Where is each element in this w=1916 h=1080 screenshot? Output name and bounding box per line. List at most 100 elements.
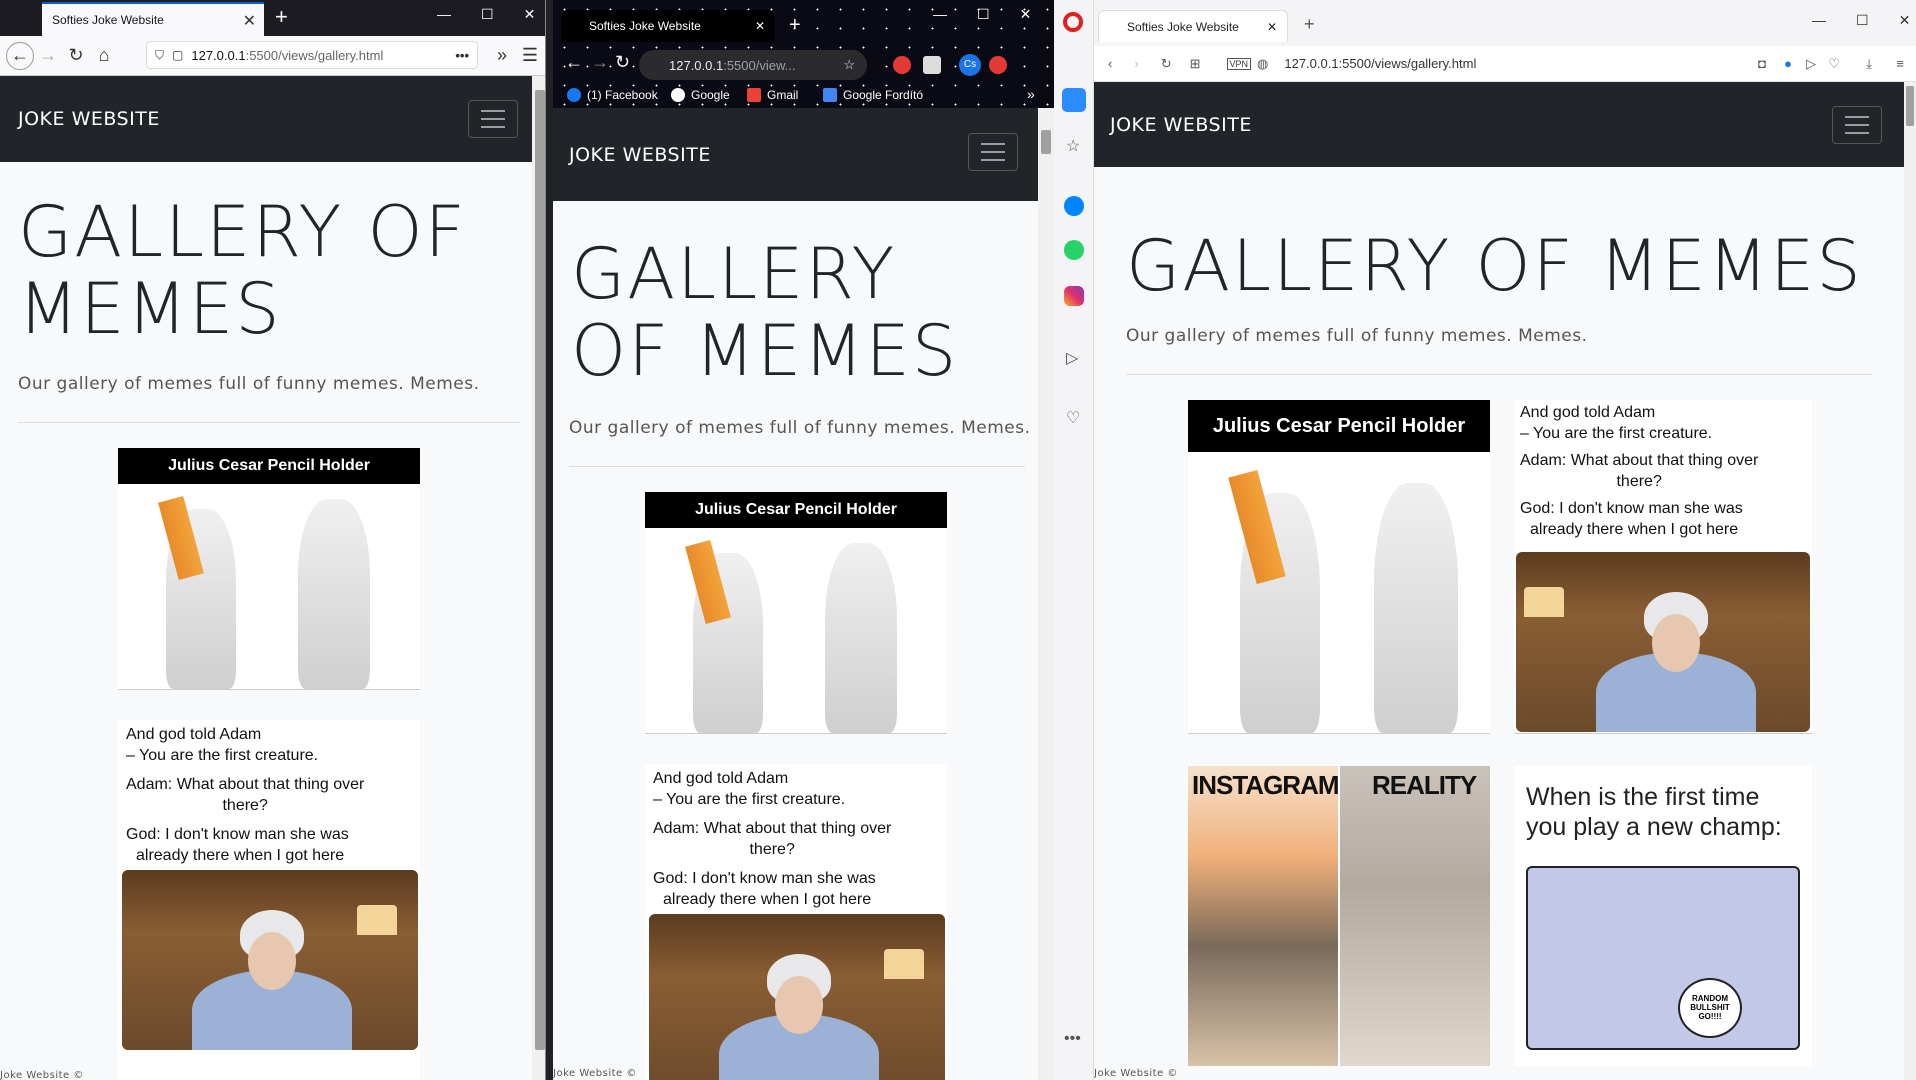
vpn-badge[interactable]: VPN (1226, 57, 1252, 70)
firefox-toolbar: ← → ↻ ⌂ ⛉ ▢ 127.0.0.1:5500/views/gallery… (0, 36, 545, 76)
page-title: GALLERY OF MEMES (571, 236, 958, 390)
scrollbar[interactable] (1038, 108, 1054, 1080)
bookmark-item[interactable]: Google (671, 88, 730, 102)
profile-avatar[interactable]: Cs (959, 54, 981, 76)
url-path: :5500/view... (723, 57, 796, 73)
menu-icon[interactable]: ≡ (1896, 56, 1904, 71)
page-lead: Our gallery of memes full of funny memes… (18, 374, 480, 394)
close-tab-icon[interactable]: ✕ (243, 11, 256, 31)
firefox-page: JOKE WEBSITE GALLERY OF MEMES Our galler… (0, 76, 532, 1080)
meme-line: And god told Adam (126, 726, 262, 743)
firefox-tab[interactable]: Softies Joke Website ✕ (42, 2, 264, 36)
meme-adam[interactable]: And god told Adam – You are the first cr… (118, 720, 420, 1080)
maximize-icon[interactable]: ☐ (977, 6, 990, 23)
menu-icon[interactable]: ☰ (516, 42, 544, 70)
meme-pencil-holder[interactable]: Julius Cesar Pencil Holder (118, 448, 420, 690)
bookmark-item[interactable]: Google Fordító (823, 88, 923, 102)
whatsapp-icon[interactable] (1064, 240, 1084, 260)
chrome-tab[interactable]: Softies Joke Website ✕ (561, 10, 775, 42)
heart-icon[interactable]: ♡ (1066, 408, 1080, 428)
chrome-page: JOKE WEBSITE GALLERY OF MEMES Our galler… (553, 108, 1038, 1080)
site-footer: Joke Website © (0, 1070, 84, 1080)
scrollbar-thumb[interactable] (1906, 86, 1914, 126)
close-window-icon[interactable]: ✕ (524, 6, 536, 23)
scrollbar[interactable] (532, 76, 545, 1080)
close-tab-icon[interactable]: ✕ (755, 19, 765, 33)
extension-icon[interactable] (923, 56, 941, 74)
meme-adam[interactable]: And god told Adam – You are the first cr… (645, 764, 947, 1080)
back-icon[interactable]: ← (565, 52, 583, 73)
navbar-toggler-icon[interactable] (968, 133, 1018, 171)
forward-icon[interactable]: → (34, 42, 62, 70)
home-icon[interactable]: ⌂ (90, 42, 118, 70)
close-window-icon[interactable]: ✕ (1020, 6, 1032, 23)
meme-adam[interactable]: And god told Adam – You are the first cr… (1514, 400, 1812, 734)
reload-icon[interactable]: ↻ (1161, 56, 1172, 72)
meme-pencil-holder[interactable]: Julius Cesar Pencil Holder (645, 492, 947, 734)
scrollbar[interactable] (1904, 82, 1916, 1080)
minimize-icon[interactable]: — (933, 6, 947, 23)
instagram-icon[interactable] (1064, 286, 1084, 306)
adblock-icon[interactable]: ● (1784, 56, 1792, 71)
forward-icon[interactable]: → (591, 52, 609, 73)
opera-tab[interactable]: Softies Joke Website ✕ (1098, 10, 1288, 42)
bookmarks-icon[interactable]: ☆ (1066, 136, 1080, 156)
back-icon[interactable]: ← (6, 41, 34, 70)
tabs-grid-icon[interactable]: ⊞ (1190, 56, 1201, 72)
more-icon[interactable]: ••• (455, 48, 469, 63)
overflow-icon[interactable]: » (1027, 86, 1035, 102)
site-footer: Joke Website © (553, 1068, 637, 1079)
site-brand[interactable]: JOKE WEBSITE (569, 144, 711, 166)
minimize-icon[interactable]: — (437, 6, 451, 23)
messenger-icon[interactable] (1064, 196, 1084, 216)
scrollbar-thumb[interactable] (1041, 130, 1051, 154)
address-bar[interactable]: 127.0.0.1:5500/view... ☆ (639, 50, 867, 80)
title-line-1: GALLERY (571, 233, 897, 315)
reload-icon[interactable]: ↻ (62, 42, 90, 70)
address-bar[interactable]: 127.0.0.1:5500/views/gallery.html (1284, 56, 1476, 71)
opera-logo-icon[interactable] (1063, 12, 1083, 32)
extension-icon[interactable] (893, 56, 911, 74)
minimize-icon[interactable]: — (1812, 12, 1826, 29)
back-icon[interactable]: ‹ (1108, 56, 1112, 71)
site-brand[interactable]: JOKE WEBSITE (1110, 114, 1252, 136)
divider (1126, 374, 1872, 375)
bookmark-item[interactable]: (1) Facebook (567, 88, 658, 102)
maximize-icon[interactable]: ☐ (1856, 12, 1869, 29)
camera-icon[interactable]: ◘ (1758, 56, 1766, 71)
meme-instagram-reality[interactable]: INSTAGRAM REALITY (1188, 766, 1490, 1066)
update-icon[interactable] (989, 56, 1007, 74)
navbar-toggler-icon[interactable] (468, 100, 518, 138)
overflow-icon[interactable]: » (488, 42, 516, 70)
tab-title: Softies Joke Website (1127, 19, 1239, 34)
meme-line: – You are the first creature. (653, 791, 846, 808)
meme-new-champ[interactable]: When is the first time you play a new ch… (1514, 766, 1812, 1066)
reload-icon[interactable]: ↻ (615, 52, 630, 73)
navbar-toggler-icon[interactable] (1832, 106, 1882, 144)
home-icon[interactable] (1062, 88, 1086, 112)
close-tab-icon[interactable]: ✕ (1267, 20, 1277, 34)
site-brand[interactable]: JOKE WEBSITE (18, 108, 160, 130)
queen-image (649, 914, 945, 1080)
new-tab-icon[interactable]: + (1304, 14, 1315, 35)
bookmark-item[interactable]: Gmail (747, 88, 798, 102)
download-icon[interactable]: ⤓ (1866, 56, 1872, 72)
more-icon[interactable]: ••• (1064, 1030, 1081, 1048)
heart-icon[interactable]: ♡ (1828, 56, 1840, 72)
tab-title: Softies Joke Website (52, 13, 164, 27)
scrollbar-thumb[interactable] (535, 90, 545, 1050)
new-tab-icon[interactable]: + (789, 14, 801, 37)
forward-icon[interactable]: › (1134, 56, 1138, 71)
globe-icon: ◍ (1257, 55, 1269, 71)
firefox-tab-bar: Softies Joke Website ✕ + — ☐ ✕ (0, 0, 545, 36)
close-window-icon[interactable]: ✕ (1899, 12, 1911, 29)
send-icon[interactable]: ▷ (1066, 348, 1078, 368)
star-icon[interactable]: ☆ (843, 57, 855, 73)
maximize-icon[interactable]: ☐ (481, 6, 494, 23)
page-title: GALLERY OF MEMES (18, 194, 467, 348)
new-tab-icon[interactable]: + (275, 4, 288, 30)
meme-pencil-holder[interactable]: Julius Cesar Pencil Holder (1188, 400, 1490, 734)
site-footer: Joke Website © (1094, 1068, 1178, 1079)
send-icon[interactable]: ▷ (1806, 56, 1816, 72)
address-bar[interactable]: ⛉ ▢ 127.0.0.1:5500/views/gallery.html ••… (146, 41, 478, 69)
